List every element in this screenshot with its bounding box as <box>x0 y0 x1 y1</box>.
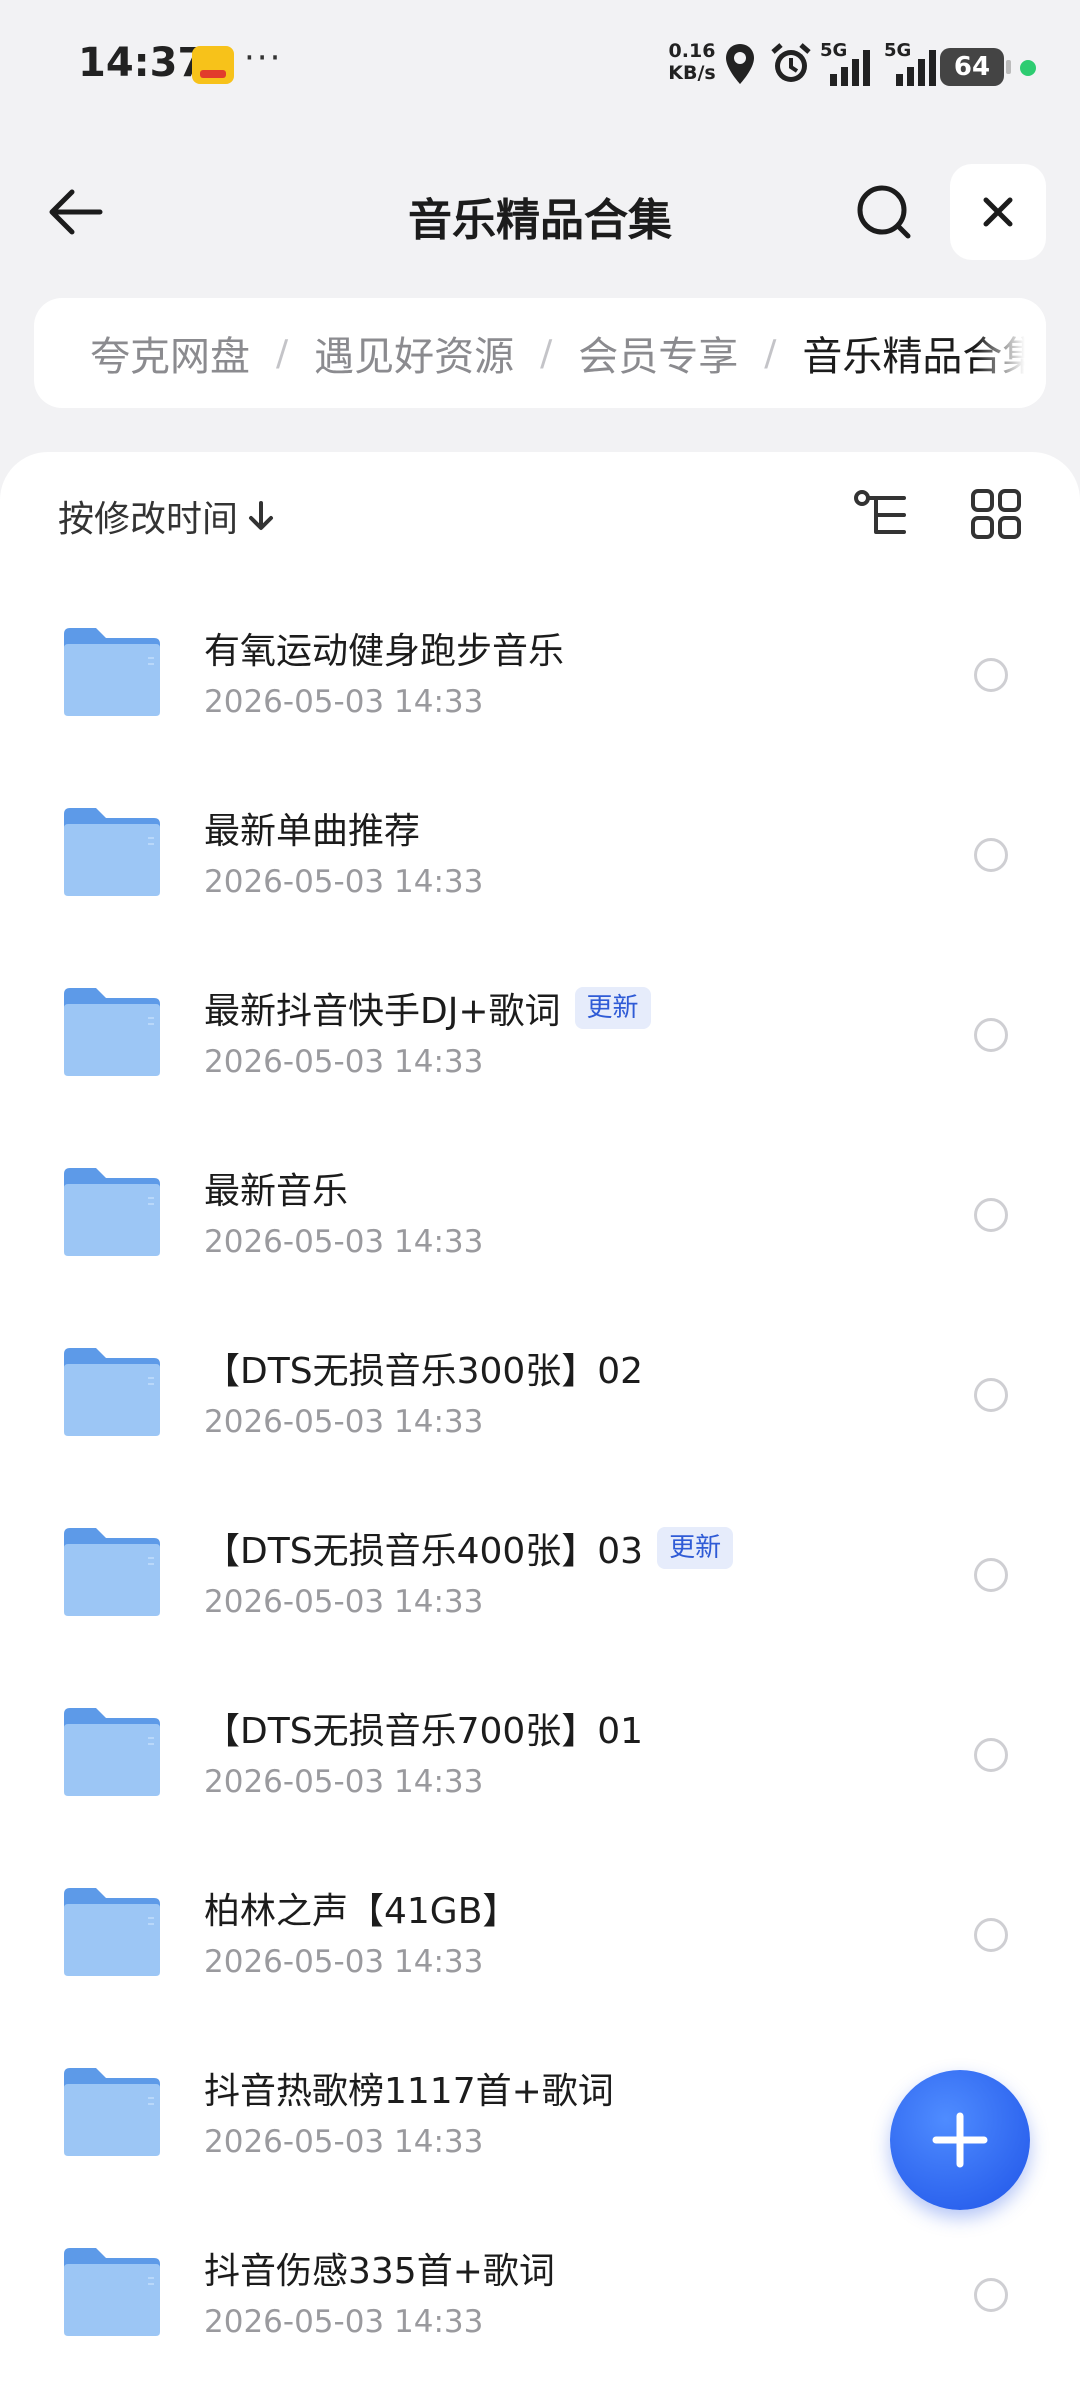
file-date: 2026-05-03 14:33 <box>204 1584 484 1620</box>
net-speed-value: 0.16 <box>668 40 716 62</box>
select-checkbox[interactable] <box>974 1738 1008 1772</box>
breadcrumb: 夸克网盘 / 遇见好资源 / 会员专享 / 音乐精品合集 <box>34 298 1046 408</box>
file-date: 2026-05-03 14:33 <box>204 864 484 900</box>
file-name-row: 抖音伤感335首+歌词 <box>204 2242 555 2294</box>
file-name-row: 最新音乐 <box>204 1162 348 1214</box>
net-speed: 0.16 KB/s <box>667 40 717 84</box>
search-button[interactable] <box>852 180 916 244</box>
status-time: 14:37 <box>78 40 206 86</box>
list-item[interactable]: 【DTS无损音乐700张】01 2026-05-03 14:33 <box>0 1672 1080 1852</box>
signal-icon-2 <box>896 50 936 86</box>
file-name: 【DTS无损音乐400张】03 <box>204 1531 644 1572</box>
breadcrumb-item-resources[interactable]: 遇见好资源 <box>314 324 514 382</box>
file-name-row: 抖音热歌榜1117首+歌词 <box>204 2062 614 2114</box>
file-name-row: 【DTS无损音乐400张】03 更新 <box>204 1522 734 1574</box>
update-badge: 更新 <box>657 1527 734 1569</box>
tree-view-button[interactable] <box>852 488 912 544</box>
file-date: 2026-05-03 14:33 <box>204 1044 484 1080</box>
file-date: 2026-05-03 14:33 <box>204 1404 484 1440</box>
select-checkbox[interactable] <box>974 1378 1008 1412</box>
privacy-indicator-icon <box>1020 60 1036 76</box>
file-name: 柏林之声【41GB】 <box>204 1891 519 1932</box>
file-date: 2026-05-03 14:33 <box>204 2304 484 2340</box>
app-notification-icon <box>192 46 234 84</box>
file-name: 抖音热歌榜1117首+歌词 <box>204 2071 614 2112</box>
more-notifications-icon: ··· <box>244 38 283 78</box>
folder-icon <box>64 2068 160 2156</box>
grid-view-button[interactable] <box>970 488 1022 540</box>
alarm-icon <box>771 43 811 82</box>
list-item[interactable]: 最新音乐 2026-05-03 14:33 <box>0 1132 1080 1312</box>
grid-view-icon <box>971 489 1021 539</box>
file-date: 2026-05-03 14:33 <box>204 684 484 720</box>
folder-icon <box>64 808 160 896</box>
file-name: 有氧运动健身跑步音乐 <box>204 631 565 672</box>
breadcrumb-separator: / <box>540 332 553 374</box>
select-checkbox[interactable] <box>974 1918 1008 1952</box>
list-item[interactable]: 有氧运动健身跑步音乐 2026-05-03 14:33 <box>0 592 1080 772</box>
search-icon <box>857 185 911 239</box>
plus-icon <box>932 2112 988 2168</box>
list-item[interactable]: 【DTS无损音乐400张】03 更新 2026-05-03 14:33 <box>0 1492 1080 1672</box>
file-name: 最新音乐 <box>204 1171 349 1212</box>
breadcrumb-fade <box>976 298 1046 408</box>
breadcrumb-item-quark-drive[interactable]: 夸克网盘 <box>90 324 250 382</box>
list-item[interactable]: 柏林之声【41GB】 2026-05-03 14:33 <box>0 1852 1080 2032</box>
file-date: 2026-05-03 14:33 <box>204 1764 484 1800</box>
list-item[interactable]: 最新抖音快手DJ+歌词 更新 2026-05-03 14:33 <box>0 952 1080 1132</box>
header: 音乐精品合集 <box>0 150 1080 270</box>
file-name-row: 最新单曲推荐 <box>204 802 420 854</box>
file-name: 最新单曲推荐 <box>204 811 421 852</box>
add-button[interactable] <box>890 2070 1030 2210</box>
location-icon <box>726 44 754 84</box>
file-name: 【DTS无损音乐700张】01 <box>204 1711 644 1752</box>
folder-icon <box>64 988 160 1076</box>
file-date: 2026-05-03 14:33 <box>204 1944 484 1980</box>
file-name: 抖音伤感335首+歌词 <box>204 2251 555 2292</box>
folder-icon <box>64 1348 160 1436</box>
file-name-row: 有氧运动健身跑步音乐 <box>204 622 564 674</box>
file-name: 最新抖音快手DJ+歌词 <box>204 991 561 1032</box>
breadcrumb-item-members[interactable]: 会员专享 <box>578 324 738 382</box>
tree-view-icon <box>854 490 906 534</box>
select-checkbox[interactable] <box>974 658 1008 692</box>
folder-icon <box>64 1708 160 1796</box>
file-name-row: 柏林之声【41GB】 <box>204 1882 518 1934</box>
breadcrumb-separator: / <box>764 332 777 374</box>
select-checkbox[interactable] <box>974 1558 1008 1592</box>
file-name-row: 【DTS无损音乐300张】02 <box>204 1342 643 1394</box>
signal-icon-1 <box>830 50 870 86</box>
folder-icon <box>64 1528 160 1616</box>
breadcrumb-separator: / <box>276 332 289 374</box>
close-icon <box>983 197 1013 227</box>
select-checkbox[interactable] <box>974 1018 1008 1052</box>
list-item[interactable]: 最新单曲推荐 2026-05-03 14:33 <box>0 772 1080 952</box>
file-date: 2026-05-03 14:33 <box>204 1224 484 1260</box>
file-name-row: 最新抖音快手DJ+歌词 更新 <box>204 982 651 1034</box>
folder-icon <box>64 2248 160 2336</box>
sort-button[interactable]: 按修改时间 <box>58 490 276 542</box>
folder-icon <box>64 1168 160 1256</box>
page-title: 音乐精品合集 <box>408 195 672 246</box>
update-badge: 更新 <box>574 987 651 1029</box>
file-name-row: 【DTS无损音乐700张】01 <box>204 1702 643 1754</box>
file-date: 2026-05-03 14:33 <box>204 2124 484 2160</box>
list-item[interactable]: 抖音伤感335首+歌词 2026-05-03 14:33 <box>0 2212 1080 2392</box>
folder-icon <box>64 1888 160 1976</box>
list-item[interactable]: 【DTS无损音乐300张】02 2026-05-03 14:33 <box>0 1312 1080 1492</box>
select-checkbox[interactable] <box>974 838 1008 872</box>
select-checkbox[interactable] <box>974 1198 1008 1232</box>
select-checkbox[interactable] <box>974 2278 1008 2312</box>
status-bar: 14:37 ··· 0.16 KB/s 5G 5G 64 <box>0 0 1080 130</box>
battery-indicator: 64 <box>940 48 1011 86</box>
file-name: 【DTS无损音乐300张】02 <box>204 1351 644 1392</box>
folder-icon <box>64 628 160 716</box>
net-speed-unit: KB/s <box>668 62 716 84</box>
arrow-down-icon <box>249 501 274 530</box>
sort-label: 按修改时间 <box>58 499 239 540</box>
close-button[interactable] <box>950 164 1046 260</box>
